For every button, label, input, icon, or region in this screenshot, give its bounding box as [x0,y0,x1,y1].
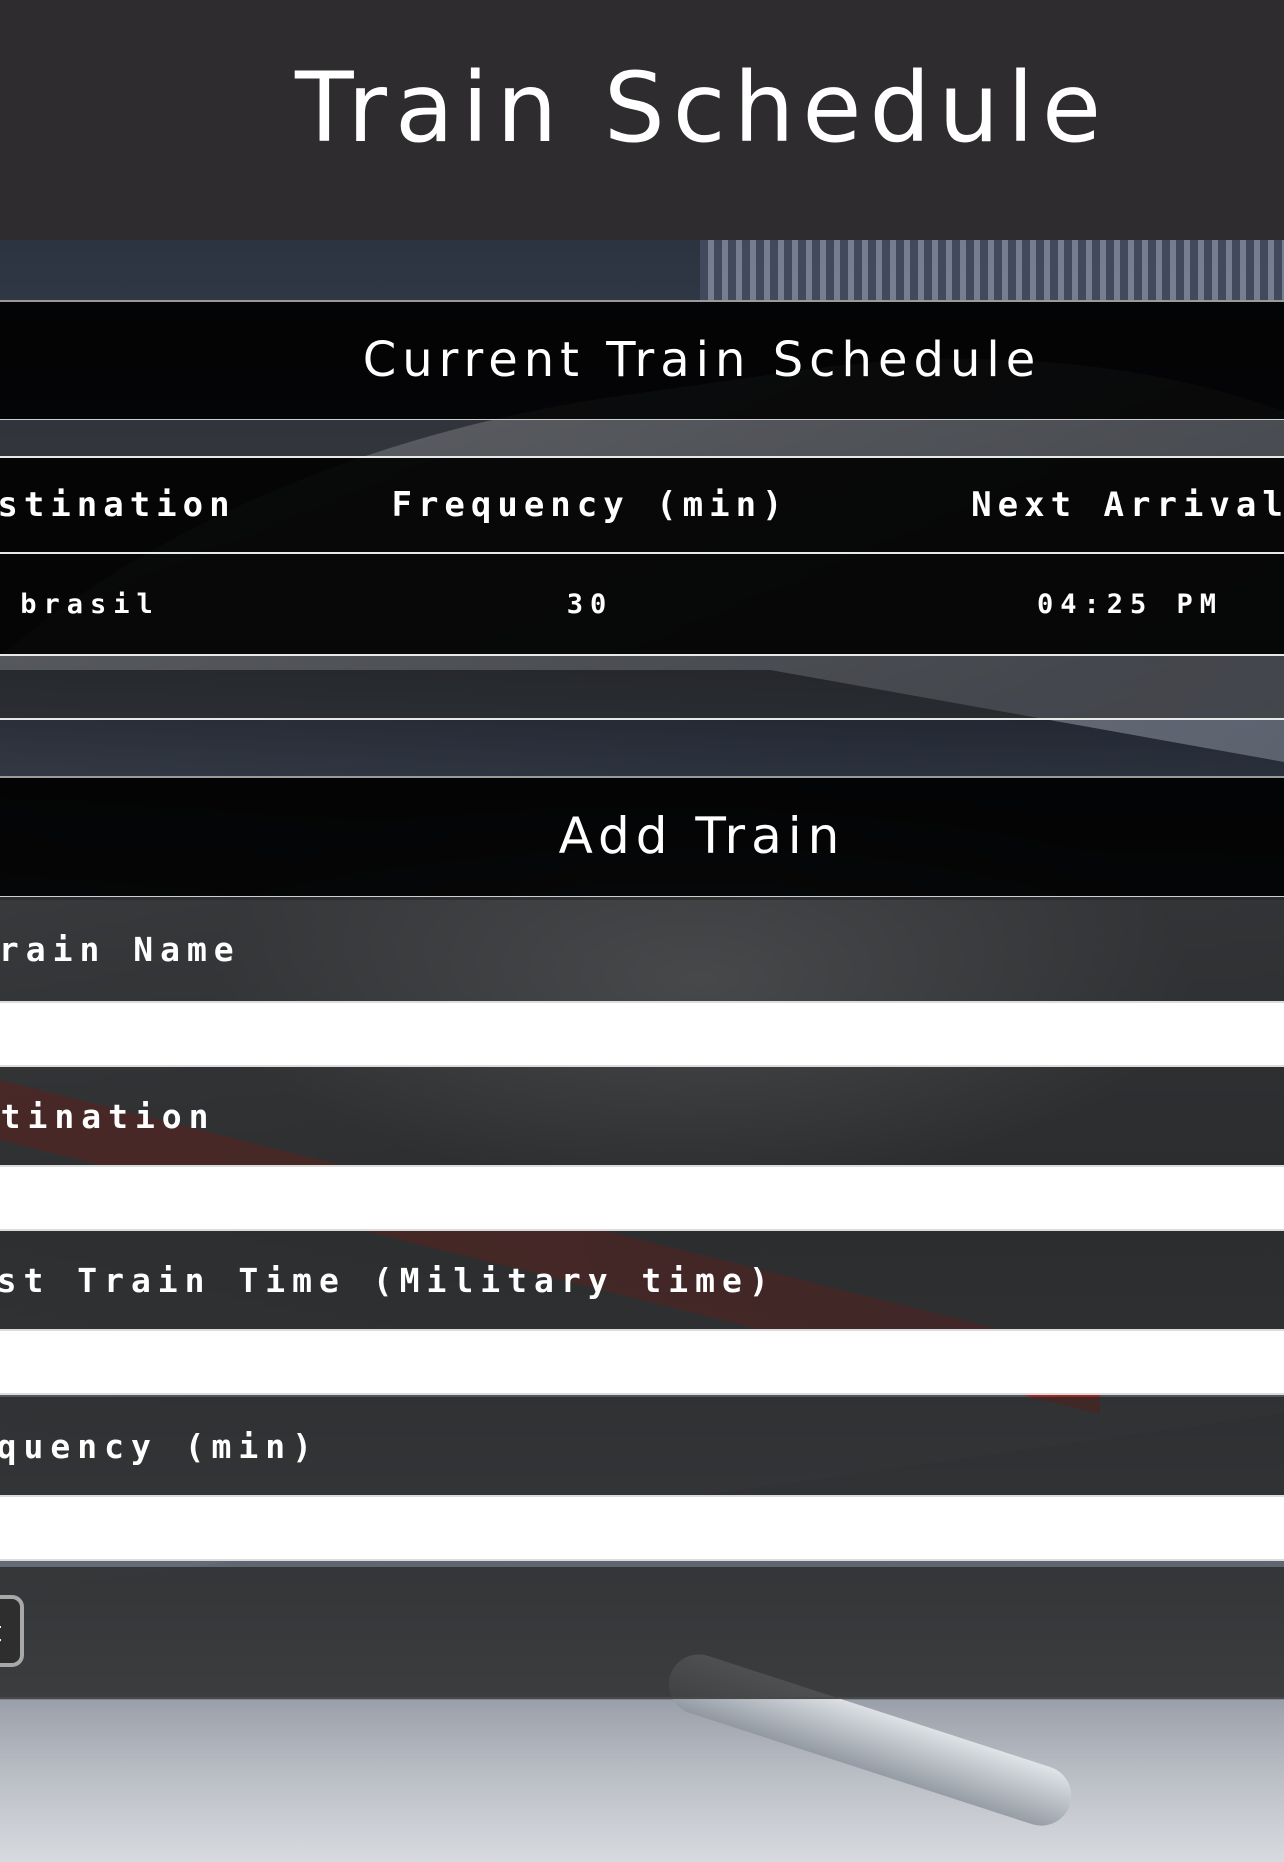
submit-button[interactable]: Submit [0,1595,24,1667]
frequency-label: Frequency (min) [0,1397,1284,1495]
cell-next-arrival: 04:25 PM [1036,588,1224,620]
schedule-panel-heading: Current Train Schedule [0,300,1284,420]
column-header-frequency: Frequency (min) [391,485,789,525]
page-header: Train Schedule [0,0,1284,240]
cell-frequency: 30 [566,588,614,620]
add-train-form: Train Name Destination First Train Time … [0,897,1284,1699]
table-row: brasil 30 04:25 PM [0,554,1284,654]
schedule-panel-body: Destination Frequency (min) Next Arrival… [0,420,1284,720]
destination-label: Destination [0,1067,1284,1165]
page: Train Schedule Current Train Schedule De… [0,0,1284,1862]
train-name-label: Train Name [0,897,1284,1001]
cell-destination: brasil [20,588,160,620]
first-train-time-input[interactable] [0,1329,1284,1395]
frequency-input[interactable] [0,1495,1284,1561]
train-name-input[interactable] [0,1001,1284,1067]
add-train-panel-heading: Add Train [0,776,1284,897]
schedule-table: Destination Frequency (min) Next Arrival… [0,456,1284,656]
table-header-row: Destination Frequency (min) Next Arrival [0,458,1284,554]
page-title: Train Schedule [295,52,1109,164]
column-header-next-arrival: Next Arrival [971,485,1284,525]
first-train-time-label: First Train Time (Military time) [0,1231,1284,1329]
destination-input[interactable] [0,1165,1284,1231]
column-header-destination: Destination [0,485,236,525]
submit-area: Submit [0,1567,1284,1699]
